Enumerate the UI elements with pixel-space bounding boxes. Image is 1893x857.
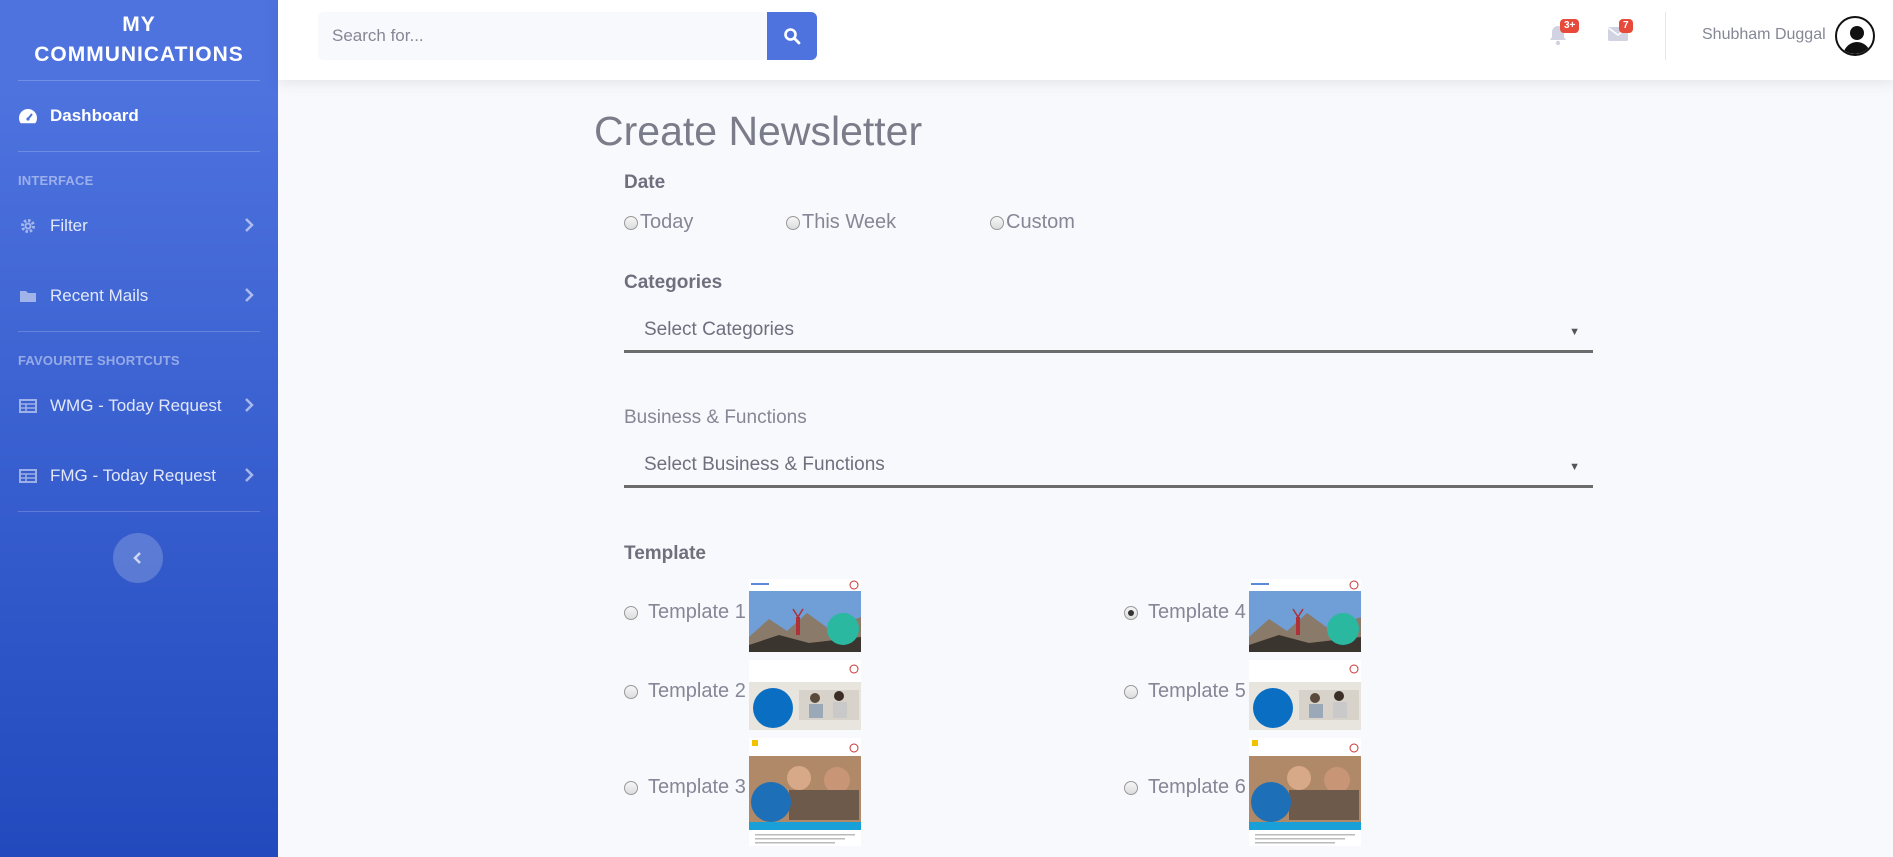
radio-button[interactable] [624,780,638,795]
tachometer-icon [18,108,38,124]
radio-label: Template 2 [648,680,746,702]
radio-button[interactable] [624,605,638,620]
radio-button[interactable] [1124,605,1138,620]
sidebar-item-filter[interactable]: Filter [0,201,278,251]
radio-label: Today [640,211,694,233]
sidebar-item-label: WMG - Today Request [50,396,222,415]
sidebar-item-label: FMG - Today Request [50,466,216,485]
date-option-custom[interactable]: Custom [990,211,1075,234]
template-1-thumbnail[interactable] [749,579,861,652]
categories-label: Categories [624,272,723,293]
business-select[interactable]: Select Business & Functions ▼ [624,444,1593,488]
sidebar-heading-shortcuts: FAVOURITE SHORTCUTS [18,353,180,368]
search-input[interactable] [318,12,767,60]
sidebar-item-label: Filter [50,216,88,235]
folder-icon [18,288,38,304]
sidebar-divider [18,331,260,332]
radio-button[interactable] [1124,780,1138,795]
sidebar-item-wmg[interactable]: WMG - Today Request [0,381,278,431]
radio-button[interactable] [990,215,1004,230]
sidebar: MY COMMUNICATIONS Dashboard INTERFACE Fi… [0,0,278,857]
radio-button[interactable] [624,215,638,230]
radio-label: Template 1 [648,601,746,623]
radio-label: Custom [1006,211,1075,233]
chevron-right-icon [245,468,254,482]
alerts-badge: 3+ [1560,19,1580,33]
alerts-button[interactable]: 3+ [1548,19,1580,48]
search-bar [318,12,817,60]
date-label: Date [624,172,666,193]
radio-label: Template 6 [1148,776,1246,798]
chevron-right-icon [245,218,254,232]
template-6-thumbnail[interactable] [1249,738,1361,846]
radio-label: Template 4 [1148,601,1246,623]
messages-button[interactable]: 7 [1607,19,1633,48]
business-select-value: Select Business & Functions [644,453,885,475]
page-title: Create Newsletter [594,108,923,154]
template-option-4[interactable]: Template 4 [1124,601,1246,624]
categories-select-value: Select Categories [644,318,794,340]
template-5-thumbnail[interactable] [1249,660,1361,730]
sidebar-item-label: Dashboard [50,106,139,125]
brand-line-1: MY [122,13,156,36]
template-2-thumbnail[interactable] [749,660,861,730]
topbar-divider [1665,12,1666,60]
avatar[interactable] [1835,16,1875,56]
search-icon [784,28,801,45]
brand[interactable]: MY COMMUNICATIONS [0,0,278,80]
template-option-2[interactable]: Template 2 [624,680,746,703]
radio-button[interactable] [786,215,800,230]
table-icon [18,468,38,484]
business-label: Business & Functions [624,407,807,428]
template-option-3[interactable]: Template 3 [624,776,746,799]
template-label: Template [624,543,707,564]
chevron-left-icon [133,552,141,564]
date-option-this-week[interactable]: This Week [786,211,896,234]
template-option-1[interactable]: Template 1 [624,601,746,624]
messages-badge: 7 [1619,19,1633,33]
user-avatar-icon [1843,26,1871,54]
search-button[interactable] [767,12,817,60]
user-name[interactable]: Shubham Duggal [1702,26,1826,44]
chevron-right-icon [245,398,254,412]
radio-label: This Week [802,211,897,233]
sidebar-divider [18,80,260,81]
topbar: 3+ 7 Shubham Duggal [278,0,1893,80]
sidebar-divider [18,151,260,152]
chevron-right-icon [245,288,254,302]
sidebar-heading-interface: INTERFACE [18,173,94,188]
template-4-thumbnail[interactable] [1249,579,1361,652]
radio-label: Template 5 [1148,680,1246,702]
template-3-thumbnail[interactable] [749,738,861,846]
sidebar-item-fmg[interactable]: FMG - Today Request [0,451,278,501]
template-option-5[interactable]: Template 5 [1124,680,1246,703]
table-icon [18,398,38,414]
categories-select[interactable]: Select Categories ▼ [624,309,1593,353]
sidebar-item-dashboard[interactable]: Dashboard [0,91,278,141]
caret-down-icon: ▼ [1569,326,1580,338]
sidebar-item-label: Recent Mails [50,286,149,305]
sidebar-divider [18,511,260,512]
cog-icon [18,218,38,234]
date-option-today[interactable]: Today [624,211,693,234]
radio-button[interactable] [1124,684,1138,699]
brand-line-2: COMMUNICATIONS [34,43,244,66]
sidebar-toggle-button[interactable] [113,533,163,583]
radio-button[interactable] [624,684,638,699]
template-option-6[interactable]: Template 6 [1124,776,1246,799]
caret-down-icon: ▼ [1569,461,1580,473]
radio-label: Template 3 [648,776,746,798]
sidebar-item-recent-mails[interactable]: Recent Mails [0,271,278,321]
